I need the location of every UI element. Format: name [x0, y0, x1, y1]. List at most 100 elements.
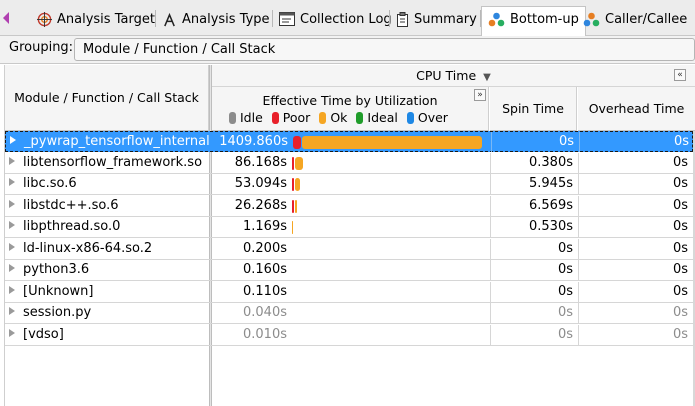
expand-row-icon[interactable]: [9, 156, 15, 165]
column-header-name-label: Module / Function / Call Stack: [14, 90, 199, 105]
tab-summary[interactable]: Summary: [390, 7, 483, 31]
column-header-effective-time[interactable]: Effective Time by Utilization » Idle Poo…: [212, 87, 489, 131]
module-name-cell: [vdso]: [5, 325, 209, 345]
overhead-time-cell: 0s: [579, 132, 694, 152]
utilization-bar: [293, 136, 482, 149]
table-row[interactable]: [Unknown] 0.110s 0s 0s: [5, 281, 693, 303]
overhead-time-cell: 0s: [578, 281, 693, 302]
grouping-bar: Grouping: Module / Function / Call Stack: [0, 36, 695, 63]
utilization-bar: [292, 199, 480, 213]
module-name: [Unknown]: [23, 283, 94, 299]
expand-row-icon[interactable]: [9, 307, 15, 315]
bottom-up-grid: Module / Function / Call Stack CPU Time …: [0, 63, 695, 406]
module-name-cell: libtensorflow_framework.so: [5, 153, 209, 173]
effective-time-value: 0.200s: [243, 240, 287, 256]
overhead-time-cell: 0s: [578, 324, 693, 345]
overhead-time-cell: 0s: [578, 217, 693, 237]
expand-row-icon[interactable]: [10, 136, 16, 144]
spin-time-cell: 6.569s: [490, 195, 577, 216]
expand-row-icon[interactable]: [9, 199, 15, 208]
module-name: _pywrap_tensorflow_internal.: [24, 134, 210, 149]
bar-segment-poor: [292, 156, 295, 170]
effective-time-cell: 0.200s: [212, 239, 489, 259]
utilization-bar: [292, 264, 480, 277]
column-header-name[interactable]: Module / Function / Call Stack: [5, 65, 209, 131]
table-row[interactable]: [vdso] 0.010s 0s 0s: [5, 324, 693, 346]
effective-time-value: 0.040s: [243, 305, 287, 320]
expand-row-icon[interactable]: [9, 328, 15, 337]
table-row[interactable]: libstdc++.so.6 26.268s 6.569s 0s: [5, 195, 693, 217]
table-row[interactable]: _pywrap_tensorflow_internal. 1409.860s 0s 0…: [5, 131, 693, 152]
legend-swatch-poor: [271, 111, 279, 124]
legend-swatch-ideal: [356, 111, 364, 124]
effective-time-value: 53.094s: [234, 176, 287, 191]
effective-time-cell: 53.094s: [212, 174, 489, 194]
table-row[interactable]: python3.6 0.160s 0s 0s: [5, 260, 693, 281]
module-name-cell: [Unknown]: [5, 282, 209, 302]
spin-time-cell: 0s: [491, 132, 578, 152]
overhead-time-cell: 0s: [578, 260, 693, 280]
utilization-bar: [292, 307, 480, 320]
module-name: ld-linux-x86-64.so.2: [23, 240, 153, 256]
tab-analysis-target[interactable]: Analysis Target: [31, 7, 161, 31]
table-row[interactable]: session.py 0.040s 0s 0s: [5, 303, 693, 324]
effective-time-cell: 0.160s: [212, 260, 489, 280]
spin-time-cell: 0s: [490, 303, 577, 323]
bar-segment-poor: [293, 136, 302, 149]
legend-over: Over: [406, 110, 448, 125]
tab-label: Analysis Target: [57, 11, 155, 27]
module-name: libpthread.so.0: [23, 219, 121, 234]
effective-time-value: 0.110s: [243, 283, 287, 299]
bar-segment-ok: [292, 221, 294, 234]
tab-label: Analysis Type: [182, 11, 270, 27]
terminal-log-icon: [279, 12, 295, 26]
tab-caller-callee[interactable]: Caller/Callee: [577, 7, 693, 31]
utilization-bar: [292, 329, 480, 342]
expand-row-icon[interactable]: [9, 178, 15, 186]
column-group-cpu-time[interactable]: CPU Time ▼ «: [212, 65, 695, 87]
tab-bottom-up[interactable]: Bottom-up: [481, 6, 586, 36]
module-name: libc.so.6: [23, 176, 77, 191]
cpu-time-label: CPU Time: [416, 68, 477, 83]
expand-columns-button[interactable]: »: [474, 89, 486, 101]
expand-row-icon[interactable]: [9, 242, 15, 251]
table-row[interactable]: ld-linux-x86-64.so.2 0.200s 0s 0s: [5, 238, 693, 260]
overhead-time-label: Overhead Time: [588, 101, 685, 116]
module-name: [vdso]: [23, 326, 64, 342]
effective-time-value: 1409.860s: [219, 134, 288, 149]
caller-callee-icon: [583, 12, 600, 26]
module-name-cell: libpthread.so.0: [5, 217, 209, 237]
legend-ok: Ok: [319, 110, 347, 125]
expand-row-icon[interactable]: [9, 285, 15, 294]
spin-time-label: Spin Time: [502, 101, 564, 116]
tab-collection-log[interactable]: Collection Log: [273, 7, 398, 31]
effective-time-value: 0.160s: [243, 262, 287, 277]
effective-time-cell: 0.010s: [212, 325, 489, 345]
bar-segment-ok: [302, 136, 482, 149]
legend-ideal: Ideal: [356, 110, 398, 125]
table-row[interactable]: libc.so.6 53.094s 5.945s 0s: [5, 174, 693, 195]
module-name-cell: libc.so.6: [5, 174, 209, 194]
tab-analysis-type[interactable]: Analysis Type: [156, 7, 276, 31]
module-name: session.py: [23, 305, 92, 320]
column-header-spin-time[interactable]: Spin Time: [490, 87, 577, 131]
effective-time-value: 86.168s: [234, 154, 287, 170]
expand-row-icon[interactable]: [9, 264, 15, 272]
spin-time-cell: 0s: [490, 324, 577, 345]
collapse-columns-button[interactable]: «: [674, 69, 686, 81]
scroll-left-icon[interactable]: [1, 11, 11, 25]
grouping-select[interactable]: Module / Function / Call Stack: [74, 38, 695, 61]
table-row[interactable]: libtensorflow_framework.so 86.168s 0.380s 0…: [5, 152, 693, 174]
spin-time-cell: 5.945s: [490, 174, 577, 194]
expand-row-icon[interactable]: [9, 221, 15, 229]
utilization-bar: [292, 156, 480, 170]
effective-time-label: Effective Time by Utilization: [262, 93, 438, 108]
legend-label: Poor: [282, 110, 311, 125]
table-row[interactable]: libpthread.so.0 1.169s 0.530s 0s: [5, 217, 693, 238]
module-name-cell: session.py: [5, 303, 209, 323]
overhead-time-cell: 0s: [578, 195, 693, 216]
overhead-time-cell: 0s: [578, 238, 693, 259]
legend-swatch-ok: [319, 111, 327, 124]
module-name-cell: python3.6: [5, 260, 209, 280]
column-header-overhead-time[interactable]: Overhead Time: [578, 87, 695, 131]
